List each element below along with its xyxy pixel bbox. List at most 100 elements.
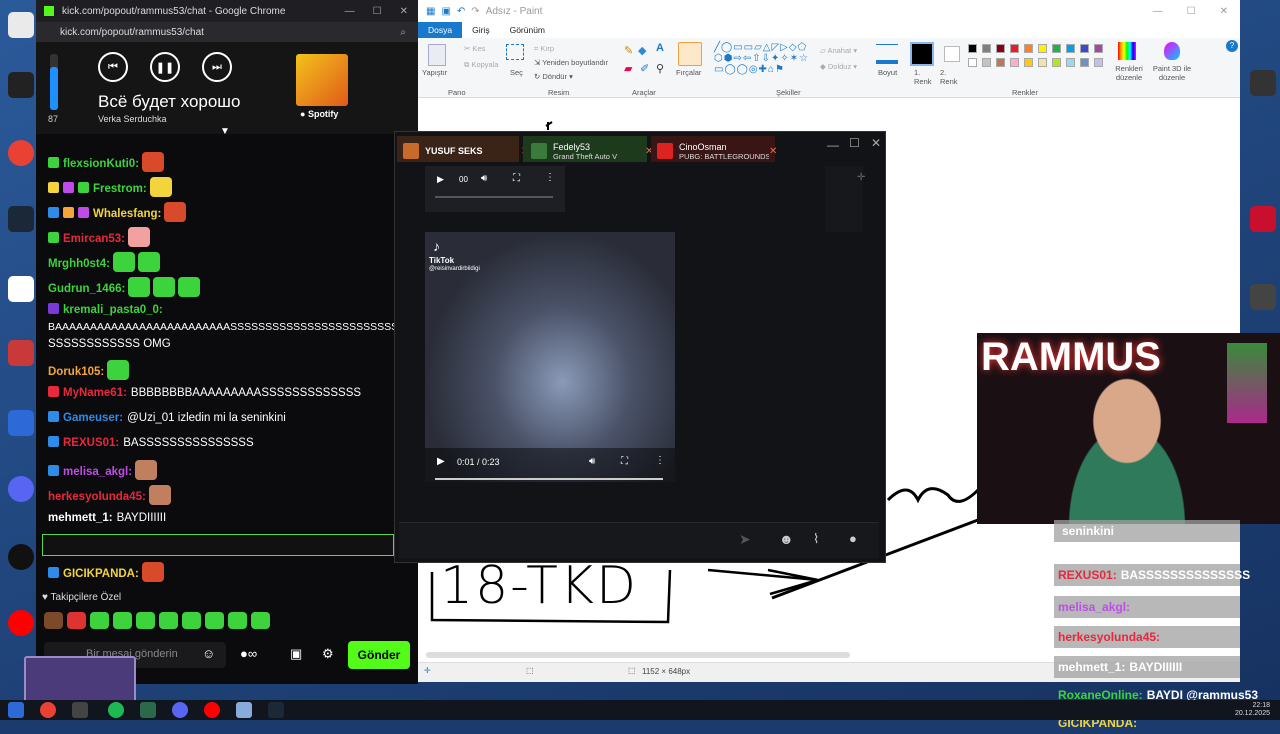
chat-username[interactable]: melisa_akgl:	[63, 466, 132, 478]
next-track-button[interactable]: ⏭	[202, 52, 232, 82]
horizontal-scrollbar[interactable]	[426, 652, 850, 658]
desktop-icon-epic[interactable]	[4, 72, 38, 100]
outline-button[interactable]: ▱ Anahat ▾	[820, 46, 857, 55]
desktop-icon-vr[interactable]	[4, 276, 38, 304]
swatch[interactable]	[1094, 44, 1103, 53]
maximize-icon[interactable]: ☐	[1187, 6, 1196, 17]
redo-icon[interactable]: ↷	[471, 6, 479, 17]
rotate-button[interactable]: ↻ Döndür ▾	[534, 72, 573, 81]
taskbar-clock[interactable]: 22:18 20.12.2025	[1235, 702, 1270, 718]
chat-username[interactable]: Mrghh0st4:	[48, 258, 110, 270]
fill-button[interactable]: ◆ Dolduz ▾	[820, 62, 857, 71]
desktop-icon-chrome[interactable]	[4, 140, 38, 168]
fill-bucket-icon[interactable]: ◆	[638, 44, 646, 57]
chat-username[interactable]: Gudrun_1466:	[48, 283, 125, 295]
play-icon[interactable]: ▶	[437, 174, 444, 185]
desktop-icon-steam[interactable]	[4, 206, 38, 234]
chat-username[interactable]: REXUS01:	[63, 437, 119, 449]
small-video-player[interactable]: ▶ 00 🔊︎ ⛶ ⋮	[425, 166, 565, 212]
address-bar[interactable]: kick.com/popout/rammus53/chat ⌕	[36, 22, 418, 42]
collapse-icon[interactable]: ▼	[220, 126, 230, 137]
desktop-icon-youtube[interactable]	[4, 610, 38, 638]
desktop-icon-app[interactable]	[4, 12, 38, 40]
brushes-button[interactable]: Fırçalar	[676, 68, 701, 77]
chat-username[interactable]: flexsionKuti0:	[63, 158, 139, 170]
youtube-taskbar-icon[interactable]	[204, 702, 220, 718]
save-icon[interactable]: ▣	[441, 6, 450, 17]
emote[interactable]	[90, 612, 109, 629]
swatch[interactable]	[996, 58, 1005, 67]
swatch[interactable]	[1094, 58, 1103, 67]
desktop-icon-game[interactable]	[4, 340, 38, 368]
minimize-icon[interactable]: —	[827, 138, 839, 152]
undo-icon[interactable]: ↶	[457, 6, 465, 17]
help-icon[interactable]: ?	[1226, 40, 1238, 52]
chat-username[interactable]: Frestrom:	[93, 183, 147, 195]
emote[interactable]	[44, 612, 63, 629]
desktop-icon-right-2[interactable]	[1246, 206, 1280, 234]
discord-taskbar-icon[interactable]	[172, 702, 188, 718]
swatch[interactable]	[996, 44, 1005, 53]
desktop-icon-w[interactable]	[4, 410, 38, 438]
paint3d-icon[interactable]	[1164, 42, 1180, 60]
volume-icon[interactable]: 🔊︎	[481, 173, 487, 184]
color2-button[interactable]: 2. Renk	[940, 68, 962, 86]
desktop-icon-discord[interactable]	[4, 476, 38, 504]
chat-username[interactable]: Whalesfang:	[93, 208, 161, 220]
swatch[interactable]	[982, 58, 991, 67]
color2-swatch[interactable]	[944, 46, 960, 62]
tiktok-video-player[interactable]: ♪ TikTok @reisinvardirbildigi ▶ 0:01 / 0…	[425, 232, 675, 482]
swatch[interactable]	[1038, 58, 1047, 67]
taskbar-preview-thumbnail[interactable]	[24, 656, 136, 704]
swatch[interactable]	[1024, 44, 1033, 53]
send-button[interactable]: Gönder	[348, 641, 410, 669]
chat-username[interactable]: kremali_pasta0_0:	[63, 304, 163, 316]
close-tab-icon[interactable]: ✕	[769, 146, 777, 157]
color1-button[interactable]: 1. Renk	[914, 68, 936, 86]
volume-bar[interactable]	[50, 54, 58, 110]
previous-track-button[interactable]: ⏮	[98, 52, 128, 82]
chat-username[interactable]: herkesyolunda45:	[48, 491, 146, 503]
tab-view[interactable]: Görünüm	[500, 25, 555, 35]
emote[interactable]	[136, 612, 155, 629]
minimize-icon[interactable]: —	[1153, 6, 1163, 17]
color-picker-icon[interactable]: ✐	[640, 62, 649, 75]
fullscreen-icon[interactable]: ⛶	[621, 456, 628, 467]
resize-button[interactable]: ⇲ Yeniden boyutlandır	[534, 58, 608, 67]
emote[interactable]	[182, 612, 201, 629]
microphone-icon[interactable]: ●	[849, 531, 857, 546]
more-icon[interactable]: ⋮	[545, 172, 555, 183]
paint3d-button[interactable]: Paint 3D ile düzenle	[1150, 64, 1194, 82]
swatch[interactable]	[1052, 44, 1061, 53]
emote[interactable]	[159, 612, 178, 629]
pin-icon[interactable]: ✛	[857, 172, 865, 183]
pencil-icon[interactable]: ✎	[624, 44, 633, 57]
settings-icon[interactable]: ⚙	[322, 646, 334, 662]
minimize-icon[interactable]: —	[345, 6, 355, 17]
zoom-icon[interactable]: ⌕	[400, 27, 406, 38]
close-icon[interactable]: ✕	[400, 6, 408, 17]
taskbar-app-icon[interactable]	[72, 702, 88, 718]
swatch[interactable]	[1010, 44, 1019, 53]
store-icon[interactable]: ▣	[290, 646, 302, 662]
color1-swatch[interactable]	[910, 42, 934, 66]
pause-button[interactable]: ❚❚	[150, 52, 180, 82]
emote[interactable]	[228, 612, 247, 629]
tab-file[interactable]: Dosya	[418, 22, 463, 38]
brushes-icon[interactable]	[678, 42, 702, 66]
spotify-taskbar-icon[interactable]	[108, 702, 124, 718]
more-icon[interactable]: ⋮	[655, 455, 665, 466]
swatch[interactable]	[1066, 44, 1075, 53]
desktop-icon-right-3[interactable]	[1246, 284, 1280, 312]
video-progress[interactable]	[435, 478, 663, 480]
emote[interactable]	[67, 612, 86, 629]
tab-home[interactable]: Giriş	[462, 25, 499, 35]
message-composer[interactable]: ➤ ☻ ⌇ ●	[399, 522, 879, 558]
emote[interactable]	[251, 612, 270, 629]
swatch[interactable]	[1080, 58, 1089, 67]
select-button[interactable]: Seç	[510, 68, 523, 77]
copy-button[interactable]: ⧉ Kopyala	[464, 60, 499, 70]
chat-username[interactable]: mehmett_1:	[48, 512, 113, 524]
edit-colors-button[interactable]: Renkleri düzenle	[1112, 64, 1146, 82]
size-button[interactable]: Boyut	[878, 68, 897, 77]
